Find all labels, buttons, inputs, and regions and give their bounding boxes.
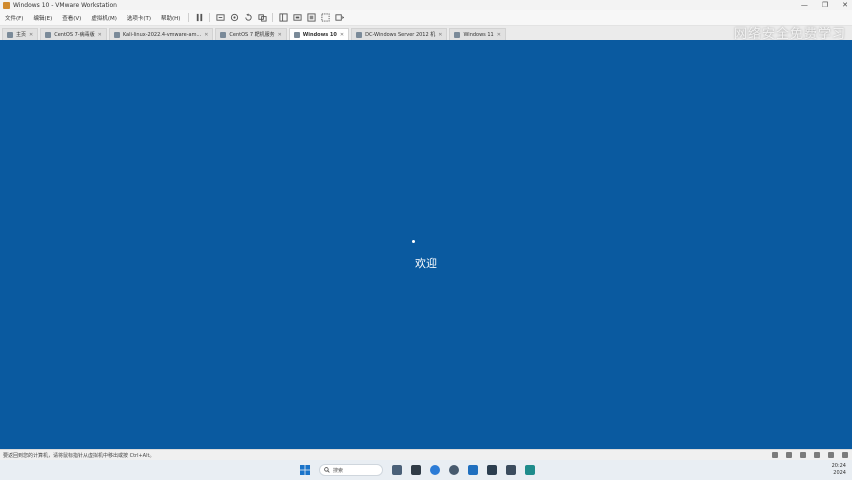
home-icon [7, 31, 13, 38]
taskbar-clock[interactable]: 20:24 2024 [832, 463, 846, 477]
menu-tabs[interactable]: 选项卡(T) [122, 14, 156, 22]
start-button[interactable] [300, 465, 310, 475]
settings-icon[interactable] [506, 465, 516, 475]
vm-tab-bar: 主页 ✕ CentOS 7-病毒版 ✕ Kali-linux-2022.4-vm… [0, 26, 852, 40]
vm-console-screen[interactable]: 欢迎 [0, 40, 852, 449]
revert-snapshot-icon[interactable] [241, 12, 255, 24]
menu-bar: 文件(F) 编辑(E) 查看(V) 虚拟机(M) 选项卡(T) 帮助(H) [0, 10, 852, 26]
store-icon[interactable] [468, 465, 478, 475]
tab-centos7-target[interactable]: CentOS 7 靶机服务 ✕ [215, 28, 287, 40]
hard-disk-icon[interactable] [772, 452, 778, 458]
windows-logo-icon [300, 465, 310, 475]
loading-spinner-icon [412, 240, 415, 243]
menu-edit[interactable]: 编辑(E) [28, 14, 57, 22]
photos-icon[interactable] [525, 465, 535, 475]
network-adapter-icon[interactable] [800, 452, 806, 458]
vm-icon [356, 31, 363, 38]
show-library-icon[interactable] [276, 12, 290, 24]
tab-label: Windows 11 [463, 31, 494, 38]
sound-card-icon[interactable] [828, 452, 834, 458]
menu-vm[interactable]: 虚拟机(M) [86, 14, 122, 22]
fullscreen-icon[interactable] [304, 12, 318, 24]
snapshot-icon[interactable] [227, 12, 241, 24]
taskbar-search[interactable]: 搜索 [319, 464, 383, 476]
tab-windows11[interactable]: Windows 11 ✕ [449, 28, 506, 40]
device-status-icons [772, 452, 848, 458]
display-icon[interactable] [842, 452, 848, 458]
close-icon[interactable]: ✕ [278, 32, 282, 38]
tab-label: 主页 [16, 32, 27, 38]
minimize-button[interactable]: — [801, 0, 808, 10]
search-placeholder: 搜索 [333, 467, 344, 474]
vm-icon [45, 31, 52, 38]
window-title: Windows 10 - VMware Workstation [13, 1, 117, 9]
close-button[interactable]: ✕ [842, 0, 848, 10]
usb-icon[interactable] [814, 452, 820, 458]
tab-label: Windows 10 [302, 31, 337, 38]
cd-drive-icon[interactable] [786, 452, 792, 458]
menu-file[interactable]: 文件(F) [0, 14, 28, 22]
close-icon[interactable]: ✕ [29, 32, 33, 38]
menu-help[interactable]: 帮助(H) [156, 14, 185, 22]
menu-view[interactable]: 查看(V) [57, 14, 86, 22]
tab-centos7-virus[interactable]: CentOS 7-病毒版 ✕ [40, 28, 107, 40]
console-view-icon[interactable] [332, 12, 346, 24]
manage-snapshots-icon[interactable] [255, 12, 269, 24]
toolbar-separator [209, 13, 211, 22]
vm-icon [454, 31, 461, 38]
maximize-button[interactable]: ❐ [822, 0, 828, 10]
vmware-app-icon [3, 1, 10, 9]
tab-label: CentOS 7-病毒版 [54, 32, 95, 38]
tab-home[interactable]: 主页 ✕ [2, 28, 39, 40]
title-bar: Windows 10 - VMware Workstation — ❐ ✕ [0, 0, 852, 10]
tab-windows-server-2012[interactable]: DC-Windows Server 2012 机 ✕ [351, 28, 448, 40]
tab-label: Kali-linux-2022.4-vmware-am... [122, 31, 202, 38]
welcome-text: 欢迎 [415, 257, 437, 270]
toolbar-separator [188, 13, 190, 22]
vm-icon [293, 31, 300, 38]
tab-kali-linux[interactable]: Kali-linux-2022.4-vmware-am... ✕ [108, 28, 214, 40]
tab-windows10[interactable]: Windows 10 ✕ [288, 28, 350, 40]
taskbar-center: 搜索 [300, 460, 535, 480]
terminal-icon[interactable] [487, 465, 497, 475]
tab-label: CentOS 7 靶机服务 [229, 32, 275, 38]
clock-date: 2024 [833, 470, 846, 476]
close-icon[interactable]: ✕ [98, 32, 102, 38]
close-icon[interactable]: ✕ [204, 32, 208, 38]
window-controls: — ❐ ✕ [801, 0, 848, 10]
vmware-icon[interactable] [449, 465, 459, 475]
search-icon [324, 467, 330, 473]
clock-time: 20:24 [831, 463, 846, 469]
status-bar: 要返回到您的计算机，请将鼠标指针从虚拟机中移出或按 Ctrl+Alt。 [0, 449, 852, 460]
send-ctrl-alt-del-icon[interactable] [213, 12, 227, 24]
task-view-icon[interactable] [411, 465, 421, 475]
tab-label: DC-Windows Server 2012 机 [365, 32, 436, 38]
vm-icon [113, 31, 120, 38]
close-icon[interactable]: ✕ [497, 32, 501, 38]
vm-icon [220, 31, 227, 38]
host-taskbar: 搜索 20:24 2024 [0, 460, 852, 480]
status-message: 要返回到您的计算机，请将鼠标指针从虚拟机中移出或按 Ctrl+Alt。 [3, 452, 155, 459]
file-explorer-icon[interactable] [392, 465, 402, 475]
pause-icon[interactable] [192, 12, 206, 24]
browser-icon[interactable] [430, 465, 440, 475]
toolbar-separator [272, 13, 274, 22]
unity-icon[interactable] [318, 12, 332, 24]
thumbnail-icon[interactable] [290, 12, 304, 24]
close-icon[interactable]: ✕ [340, 32, 344, 38]
close-icon[interactable]: ✕ [438, 32, 442, 38]
